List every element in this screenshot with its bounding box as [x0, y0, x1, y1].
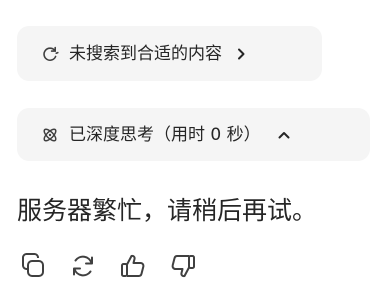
copy-icon[interactable]	[17, 250, 49, 282]
thumbs-up-icon[interactable]	[117, 250, 149, 282]
search-status-label: 未搜索到合适的内容	[69, 43, 222, 64]
deep-think-chip[interactable]: 已深度思考（用时 0 秒）	[17, 108, 370, 161]
assistant-message: 服务器繁忙，请稍后再试。	[17, 196, 318, 225]
chevron-right-icon	[232, 45, 250, 63]
thumbs-down-icon[interactable]	[167, 250, 199, 282]
deep-think-label: 已深度思考（用时 0 秒）	[69, 124, 261, 145]
message-actions	[17, 250, 217, 282]
refresh-search-icon	[41, 45, 59, 63]
deep-think-icon	[41, 126, 59, 144]
chevron-up-icon	[275, 126, 293, 144]
regenerate-icon[interactable]	[67, 250, 99, 282]
search-status-chip[interactable]: 未搜索到合适的内容	[17, 26, 322, 81]
